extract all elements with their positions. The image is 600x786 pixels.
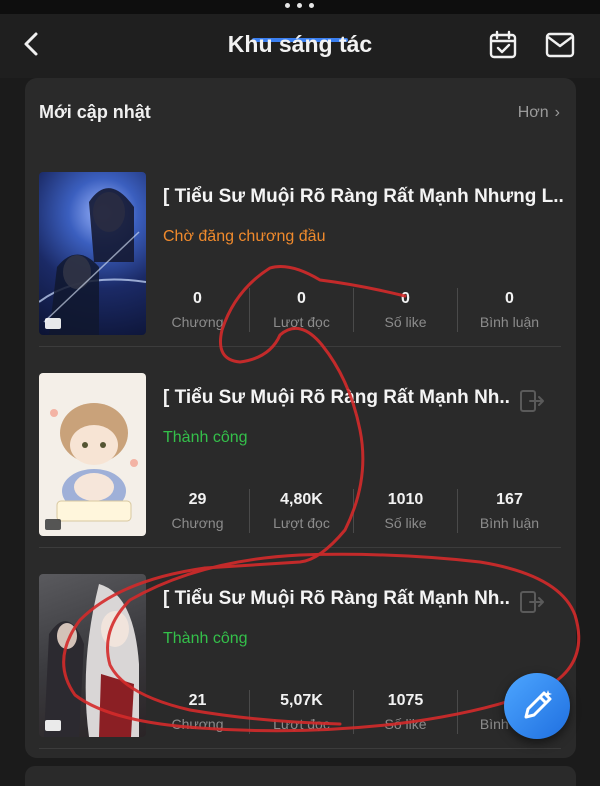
more-dots-icon — [283, 3, 317, 11]
story-status: Chờ đăng chương đầu — [163, 228, 326, 245]
likes-count: 1010 — [387, 491, 424, 508]
story-item[interactable]: [ Tiểu Sư Muội Rõ Ràng Rất Mạnh Nh... Th… — [39, 373, 561, 548]
story-title: [ Tiểu Sư Muội Rõ Ràng Rất Mạnh Nh... — [163, 588, 511, 609]
comments-count: 167 — [496, 491, 523, 508]
chapters-label: Chương — [171, 716, 224, 732]
story-stats: 29 Chương 4,80K Lượt đọc 1010 Số like 167 Bì… — [146, 485, 561, 537]
chapters-count: 0 — [193, 290, 202, 307]
chapters-label: Chương — [171, 515, 224, 531]
story-item[interactable]: [ Tiểu Sư Muội Rõ Ràng Rất Mạnh Nh... Th… — [39, 574, 561, 749]
comments-count: 0 — [505, 290, 514, 307]
story-title: [ Tiểu Sư Muội Rõ Ràng Rất Mạnh Nhưng L.… — [163, 186, 563, 207]
story-item[interactable]: [ Tiểu Sư Muội Rõ Ràng Rất Mạnh Nhưng L.… — [39, 172, 563, 347]
comments-label: Bình luận — [479, 515, 540, 531]
status-bar — [0, 0, 600, 14]
chevron-left-icon[interactable] — [18, 30, 46, 58]
recent-updates-card: Mới cập nhật Hơn › [ Tiểu Sư Muội Rõ Ràng… — [25, 78, 576, 758]
app-bar: Khu sáng tác — [0, 14, 600, 78]
unpublish-icon[interactable] — [519, 590, 545, 614]
divider — [39, 748, 561, 749]
comment-badge-icon — [45, 318, 61, 329]
section-title: Mới cập nhật — [39, 102, 151, 122]
likes-count: 0 — [401, 290, 410, 307]
story-cover-image — [39, 172, 146, 335]
likes-label: Số like — [384, 314, 427, 330]
likes-count: 1075 — [387, 692, 424, 709]
reads-count: 4,80K — [280, 491, 323, 508]
likes-label: Số like — [384, 716, 427, 732]
story-title: [ Tiểu Sư Muội Rõ Ràng Rất Mạnh Nh... — [163, 387, 511, 408]
story-stats: 21Chương 5,07KLượt đọc 1075Số like 5Bình… — [146, 686, 561, 738]
chapters-count: 29 — [188, 491, 207, 508]
story-cover-image — [39, 574, 146, 737]
likes-label: Số like — [384, 515, 427, 531]
chapters-label: Chương — [171, 314, 224, 330]
more-label: Hơn — [517, 104, 549, 121]
reads-label: Lượt đọc — [273, 716, 330, 732]
comment-badge-icon — [45, 519, 61, 530]
chevron-right-icon: › — [554, 104, 560, 121]
pencil-icon — [524, 690, 552, 719]
reads-label: Lượt đọc — [273, 515, 330, 531]
next-card-edge — [25, 766, 576, 786]
calendar-check-icon[interactable] — [488, 30, 518, 60]
story-status: Thành công — [163, 630, 248, 647]
page-title: Khu sáng tác — [227, 31, 373, 57]
story-cover-image — [39, 373, 146, 536]
mail-icon[interactable] — [545, 32, 575, 58]
story-stats: 0 Chương 0 Lượt đọc 0 Số like 0 Bình luận — [146, 284, 561, 336]
comment-badge-icon — [45, 720, 61, 731]
chapters-count: 21 — [188, 692, 207, 709]
unpublish-icon[interactable] — [519, 389, 545, 413]
more-link[interactable]: Hơn › — [518, 104, 560, 122]
divider — [39, 346, 561, 347]
reads-count: 0 — [297, 290, 306, 307]
reads-count: 5,07K — [280, 692, 323, 709]
comments-label: Bình luận — [479, 314, 540, 330]
divider — [39, 547, 561, 548]
write-fab-button[interactable] — [504, 673, 570, 739]
reads-label: Lượt đọc — [273, 314, 330, 330]
story-status: Thành công — [163, 429, 248, 446]
